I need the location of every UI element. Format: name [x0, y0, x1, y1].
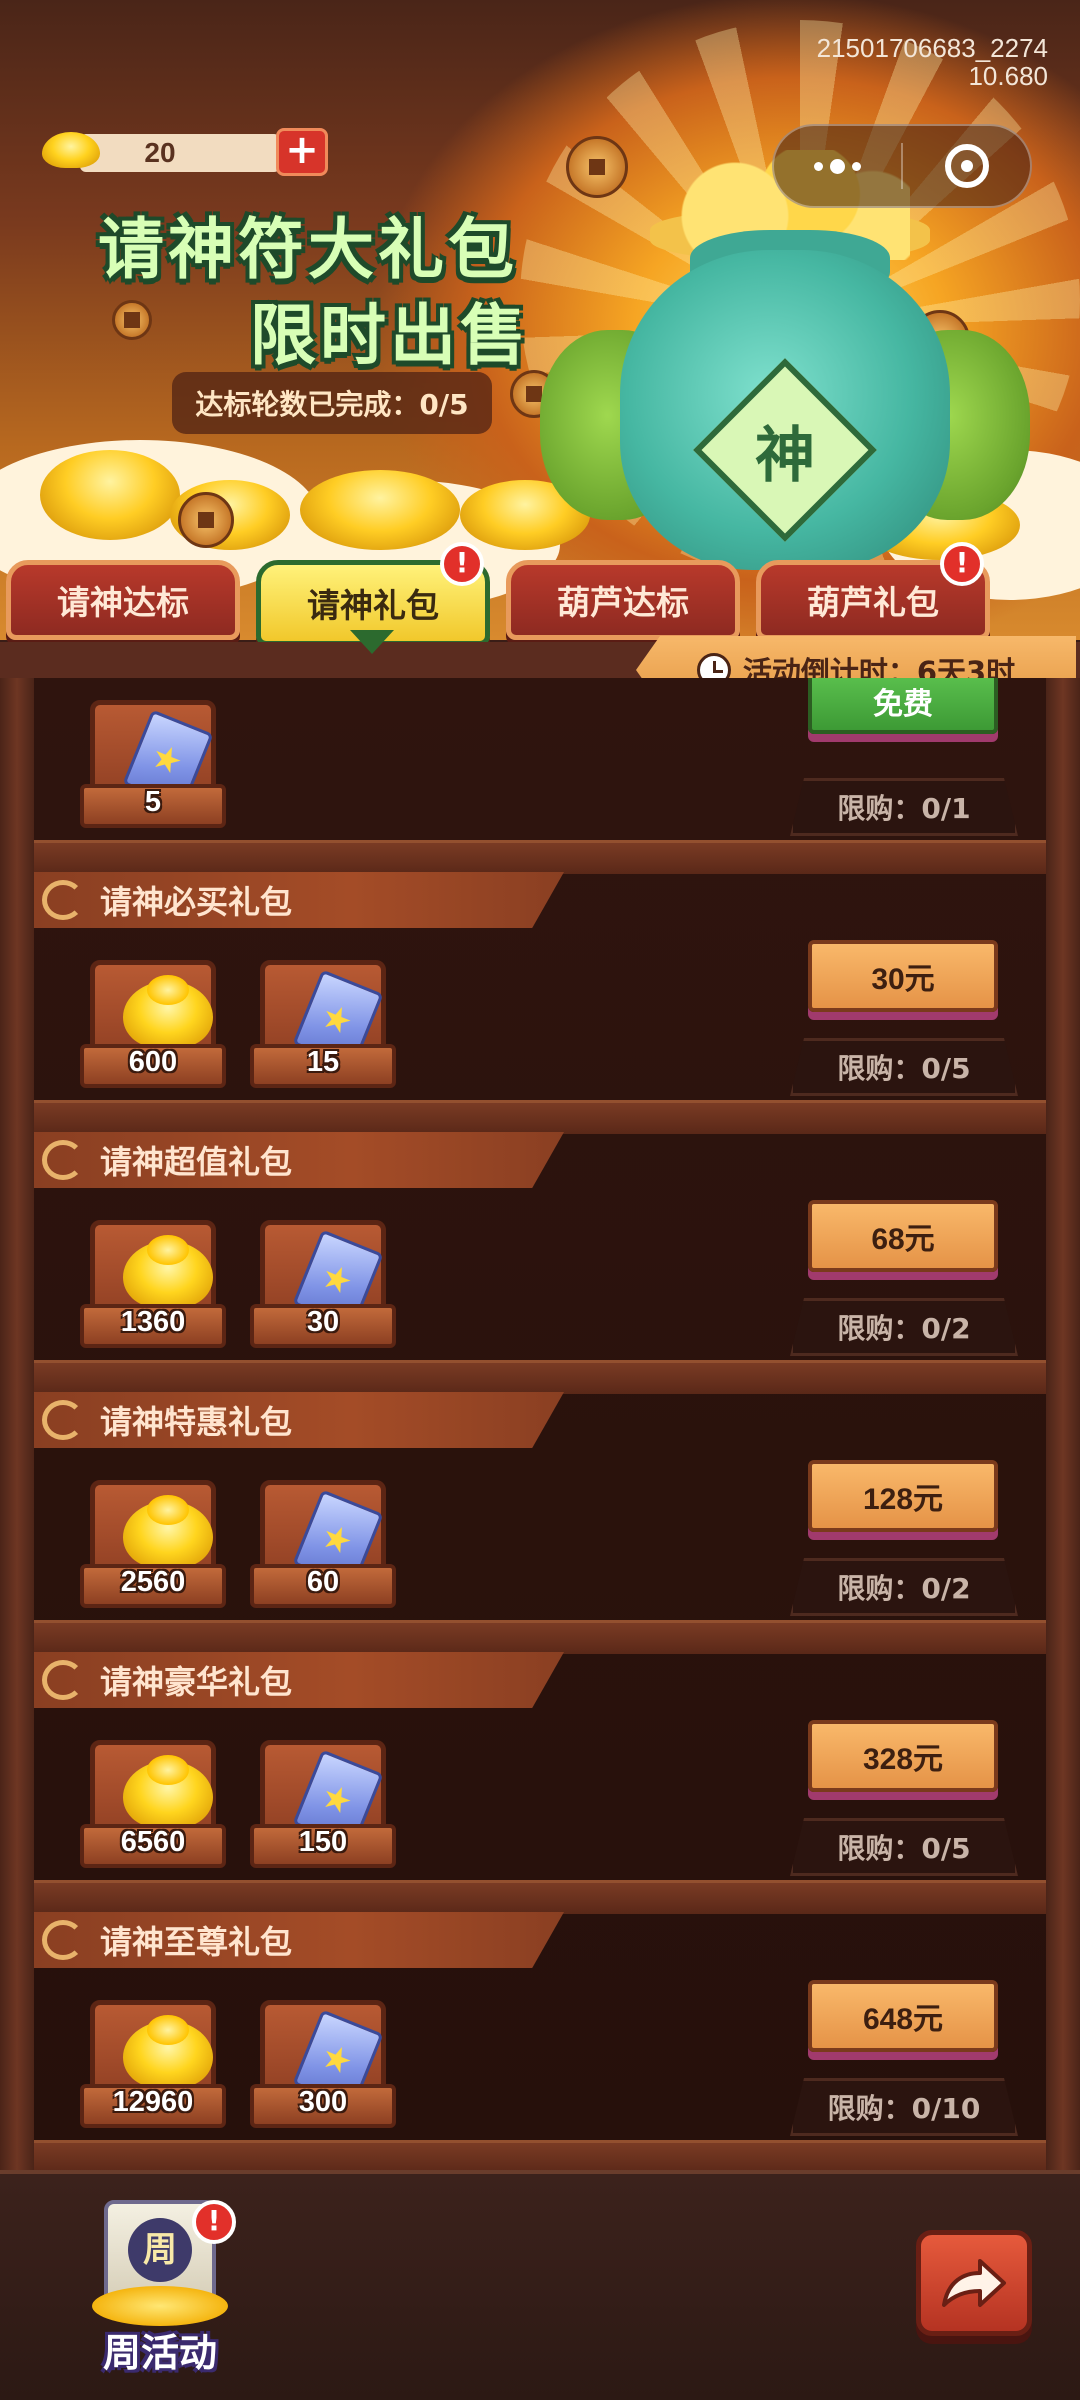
reward-item: 15 [250, 960, 396, 1092]
debug-id: 21501706683_2274 [816, 33, 1048, 63]
shen-badge-label: 神 [755, 420, 815, 491]
target-close-icon [944, 144, 989, 188]
gold-ingot-icon [123, 1755, 213, 1827]
gold-ingot-icon [42, 132, 100, 168]
pack-name: 请神至尊礼包 [100, 1923, 293, 1961]
pack-name: 请神必买礼包 [100, 883, 293, 921]
item-count: 2560 [120, 1566, 186, 1598]
more-button[interactable] [774, 126, 901, 206]
progress-status: 达标轮数已完成：0/5 [172, 372, 492, 434]
buy-button[interactable]: 328元 [808, 1720, 998, 1792]
more-dots-icon [814, 158, 861, 174]
item-count: 1360 [120, 1306, 186, 1338]
tab-hulu-dabiao[interactable]: 葫芦达标 [506, 560, 740, 640]
purchase-limit: 限购：0/5 [790, 1818, 1018, 1876]
purchase-limit: 限购：0/1 [790, 778, 1018, 836]
debug-version: 10.680 [968, 61, 1048, 91]
reward-item: 600 [80, 960, 226, 1092]
reward-item: 150 [250, 1740, 396, 1872]
buy-button[interactable]: 68元 [808, 1200, 998, 1272]
item-count: 15 [306, 1046, 340, 1078]
purchase-limit: 限购：0/2 [790, 1298, 1018, 1356]
purchase-limit: 限购：0/5 [790, 1038, 1018, 1096]
promo-banner: 神 21501706683_2274 10.680 20 + 请神符大礼包 限时… [0, 0, 1080, 640]
cloud-swirl-icon [42, 1400, 84, 1440]
shelf-plank [34, 1360, 1046, 1394]
active-tab-pointer [350, 630, 394, 654]
reward-item: 1360 [80, 1220, 226, 1352]
reward-item: 60 [250, 1480, 396, 1612]
right-pillar [1046, 678, 1080, 2170]
banner-subtitle: 限时出售 [250, 297, 530, 374]
item-count: 30 [306, 1306, 340, 1338]
pack-title: 请神豪华礼包 [34, 1652, 564, 1708]
buy-button[interactable]: 648元 [808, 1980, 998, 2052]
weekly-badge: 周 [128, 2218, 192, 2282]
item-count: 5 [144, 786, 162, 818]
shelf-plank [34, 2140, 1046, 2170]
cloud-swirl-icon [42, 1140, 84, 1180]
debug-info: 21501706683_2274 10.680 [817, 34, 1048, 90]
pack-name: 请神超值礼包 [100, 1143, 293, 1181]
claim-free-button[interactable]: 免费 [808, 678, 998, 734]
purchase-limit: 限购：0/10 [790, 2078, 1018, 2136]
item-count: 300 [298, 2086, 348, 2118]
gold-pile-decoration [40, 450, 180, 540]
pack-list[interactable]: 5 免费 限购：0/1 请神必买礼包 600 15 30元 限购：0/5 请神超… [0, 678, 1080, 2170]
reward-item: 300 [250, 2000, 396, 2132]
tab-bar: 请神达标 请神礼包 葫芦达标 葫芦礼包 [0, 552, 1080, 646]
shelf-plank [34, 1880, 1046, 1914]
tab-alert-icon: ! [440, 542, 484, 586]
gold-pile-icon [92, 2286, 228, 2326]
add-gold-button[interactable]: + [276, 128, 328, 176]
coin-decoration [566, 136, 628, 198]
gold-currency-bar: 20 + [40, 128, 328, 176]
reward-item: 30 [250, 1220, 396, 1352]
buy-button[interactable]: 128元 [808, 1460, 998, 1532]
purchase-limit: 限购：0/2 [790, 1558, 1018, 1616]
tab-alert-icon: ! [940, 542, 984, 586]
gold-pile-decoration [300, 470, 460, 550]
cloud-swirl-icon [42, 1660, 84, 1700]
reward-item: 6560 [80, 1740, 226, 1872]
reward-item: 2560 [80, 1480, 226, 1612]
cloud-swirl-icon [42, 880, 84, 920]
buy-button[interactable]: 30元 [808, 940, 998, 1012]
gold-ingot-icon [123, 1495, 213, 1567]
item-count: 600 [128, 1046, 178, 1078]
gold-amount: 20 [80, 134, 280, 172]
pack-title: 请神必买礼包 [34, 872, 564, 928]
item-count: 60 [306, 1566, 340, 1598]
gold-ingot-icon [123, 1235, 213, 1307]
pack-title: 请神特惠礼包 [34, 1392, 564, 1448]
pack-name: 请神豪华礼包 [100, 1663, 293, 1701]
reward-item: 5 [80, 700, 226, 832]
item-count: 6560 [120, 1826, 186, 1858]
left-pillar [0, 678, 34, 2170]
pack-title: 请神至尊礼包 [34, 1912, 564, 1968]
share-arrow-icon [942, 2259, 1006, 2307]
reward-item: 12960 [80, 2000, 226, 2132]
gold-ingot-icon [123, 2015, 213, 2087]
item-count: 12960 [112, 2086, 194, 2118]
cloud-swirl-icon [42, 1920, 84, 1960]
close-mini-program-button[interactable] [903, 126, 1030, 206]
tab-qingshen-dabiao[interactable]: 请神达标 [6, 560, 240, 640]
weekly-activity-label: 周活动 [102, 2331, 217, 2375]
item-count: 150 [298, 1826, 348, 1858]
mini-program-capsule [772, 124, 1032, 208]
share-button[interactable] [916, 2230, 1032, 2336]
shelf-plank [34, 1100, 1046, 1134]
pack-name: 请神特惠礼包 [100, 1403, 293, 1441]
shelf-plank [34, 840, 1046, 874]
banner-title: 请神符大礼包 [98, 211, 518, 288]
coin-decoration [112, 300, 152, 340]
coin-decoration [178, 492, 234, 548]
shelf-plank [34, 1620, 1046, 1654]
weekly-alert-icon: ! [192, 2200, 236, 2244]
pack-title: 请神超值礼包 [34, 1132, 564, 1188]
gold-ingot-icon [123, 975, 213, 1047]
